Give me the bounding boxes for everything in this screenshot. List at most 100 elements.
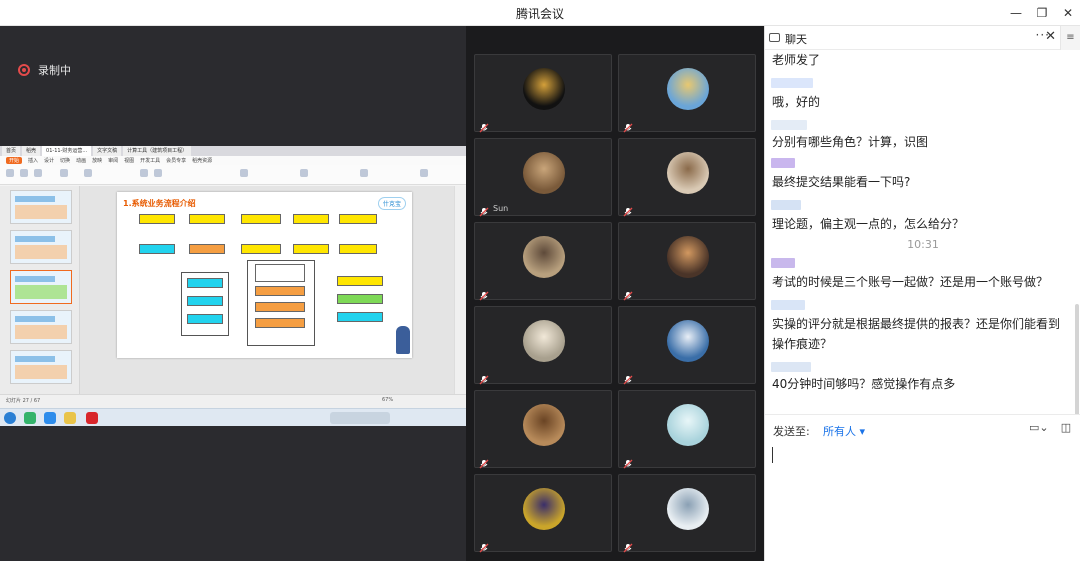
mic-muted-icon — [479, 118, 489, 133]
avatar — [523, 68, 565, 110]
paste-icon[interactable] — [6, 169, 14, 177]
app-icon[interactable] — [44, 412, 56, 424]
wps-tab[interactable]: 计算工具（建筑项目工程） — [123, 146, 192, 156]
participant-tile[interactable] — [618, 222, 756, 301]
slide-thumbnail[interactable] — [10, 310, 72, 344]
participant-tile[interactable] — [618, 138, 756, 217]
chat-messages[interactable]: 老师发了 哦，好的 分别有哪些角色？计算，识图 最终提交结果能看一下吗? 理论题… — [765, 50, 1080, 414]
send-to-label: 发送至: — [773, 425, 810, 438]
wps-menu-item[interactable]: 视图 — [124, 157, 134, 164]
sender-name — [771, 78, 813, 88]
participant-tile[interactable] — [474, 390, 612, 469]
mic-muted-icon — [623, 202, 633, 217]
participant-tile[interactable] — [618, 474, 756, 553]
chat-title: 聊天 — [785, 33, 807, 46]
participant-tile[interactable] — [474, 54, 612, 133]
chat-message: 实操的评分就是根据最终提供的报表？还是你们能看到操作痕迹？ — [772, 317, 1061, 351]
flow-box — [241, 214, 281, 224]
folder-icon[interactable] — [64, 412, 76, 424]
flow-box — [293, 244, 329, 254]
wps-icon[interactable] — [86, 412, 98, 424]
file-icon[interactable]: ▭⌄ — [1029, 421, 1049, 437]
slide-thumbnail[interactable] — [10, 270, 72, 304]
flow-box — [189, 244, 225, 254]
chat-input-area[interactable]: 发送至: 所有人 ▾ ▭⌄ ◫ — [765, 414, 1080, 561]
minimize-icon[interactable]: — — [1004, 3, 1028, 23]
chat-message: 理论题，偏主观一点的，怎么给分？ — [772, 217, 965, 231]
wps-menu-item[interactable]: 设计 — [44, 157, 54, 164]
wps-menu-item[interactable]: 切换 — [60, 157, 70, 164]
wps-menu-item[interactable]: 放映 — [92, 157, 102, 164]
layout-icon[interactable] — [84, 169, 92, 177]
slide-counter: 幻灯片 27 / 67 — [6, 398, 41, 404]
avatar — [667, 68, 709, 110]
chat-scrollbar[interactable] — [1075, 304, 1079, 414]
windows-taskbar — [0, 408, 466, 426]
find-icon[interactable] — [420, 169, 428, 177]
close-chat-icon[interactable]: ✕ — [1045, 29, 1056, 44]
wps-menu-item[interactable]: 插入 — [28, 157, 38, 164]
avatar — [667, 152, 709, 194]
wps-menu-item[interactable]: 审阅 — [108, 157, 118, 164]
bold-icon[interactable] — [140, 169, 148, 177]
slide-canvas[interactable]: 1.系统业务流程介绍 什克宝 — [80, 186, 454, 394]
slide-thumbnail[interactable] — [10, 230, 72, 264]
flow-box — [255, 318, 305, 328]
wps-menu-item[interactable]: 动画 — [76, 157, 86, 164]
cut-icon[interactable] — [20, 169, 28, 177]
avatar — [523, 236, 565, 278]
wps-menu-item[interactable]: 稻壳资源 — [192, 157, 212, 164]
participant-tile[interactable] — [618, 54, 756, 133]
slide: 1.系统业务流程介绍 什克宝 — [117, 192, 412, 358]
mic-muted-icon — [623, 538, 633, 553]
zoom-level[interactable]: 67% — [382, 397, 393, 403]
slide-logo: 什克宝 — [377, 197, 406, 210]
slide-thumbnail[interactable] — [10, 350, 72, 384]
participant-tile[interactable] — [474, 222, 612, 301]
chat-panel: 聊天 ··· ✕ ≡ 老师发了 哦，好的 分别有哪些角色？计算，识图 最终提交结… — [764, 26, 1080, 561]
avatar — [667, 320, 709, 362]
windows-start-icon[interactable] — [4, 412, 16, 424]
new-slide-icon[interactable] — [60, 169, 68, 177]
shared-screen[interactable]: 首页 稻壳 01-11-财务运营... 文字文稿 计算工具（建筑项目工程） 开始… — [0, 146, 466, 408]
flow-box — [139, 214, 175, 224]
mic-muted-icon — [479, 286, 489, 301]
chat-input-field[interactable] — [772, 447, 773, 463]
shape-icon[interactable] — [300, 169, 308, 177]
tray-clock — [398, 412, 458, 424]
wps-menu-item[interactable]: 会员专享 — [166, 157, 186, 164]
app-icon[interactable] — [24, 412, 36, 424]
participant-tile[interactable] — [618, 390, 756, 469]
textbox-icon[interactable] — [360, 169, 368, 177]
flow-box — [337, 312, 383, 322]
restore-icon[interactable]: ❐ — [1030, 3, 1054, 23]
flow-box — [293, 214, 329, 224]
align-icon[interactable] — [240, 169, 248, 177]
slide-thumbnail[interactable] — [10, 190, 72, 224]
wps-tab[interactable]: 稻壳 — [22, 146, 41, 156]
recording-label: 录制中 — [38, 64, 71, 77]
wps-tab[interactable]: 首页 — [2, 146, 21, 156]
wps-menu-item[interactable]: 开始 — [6, 157, 23, 164]
screenshot-icon[interactable]: ◫ — [1057, 421, 1075, 437]
participant-tile[interactable] — [618, 306, 756, 385]
mic-muted-icon — [623, 454, 633, 469]
close-icon[interactable]: ✕ — [1056, 3, 1080, 23]
participant-tile[interactable] — [474, 474, 612, 553]
participant-tile[interactable] — [474, 306, 612, 385]
wps-side-toolbar[interactable] — [454, 186, 466, 394]
participant-tile[interactable]: Sun — [474, 138, 612, 217]
recipient-selector[interactable]: 所有人 ▾ — [823, 423, 865, 439]
sender-name — [771, 200, 801, 210]
chat-message: 考试的时候是三个账号一起做？还是用一个账号做？ — [772, 275, 1049, 289]
italic-icon[interactable] — [154, 169, 162, 177]
wps-menu-item[interactable]: 开发工具 — [140, 157, 160, 164]
side-menu-icon[interactable]: ≡ — [1060, 26, 1080, 50]
slide-thumbnails — [0, 186, 80, 394]
wps-tab[interactable]: 文字文稿 — [93, 146, 122, 156]
tray-icons[interactable] — [330, 412, 390, 424]
recording-indicator[interactable]: 录制中 — [18, 62, 71, 78]
copy-icon[interactable] — [34, 169, 42, 177]
flow-box — [139, 244, 175, 254]
wps-tab[interactable]: 01-11-财务运营... — [42, 146, 92, 156]
